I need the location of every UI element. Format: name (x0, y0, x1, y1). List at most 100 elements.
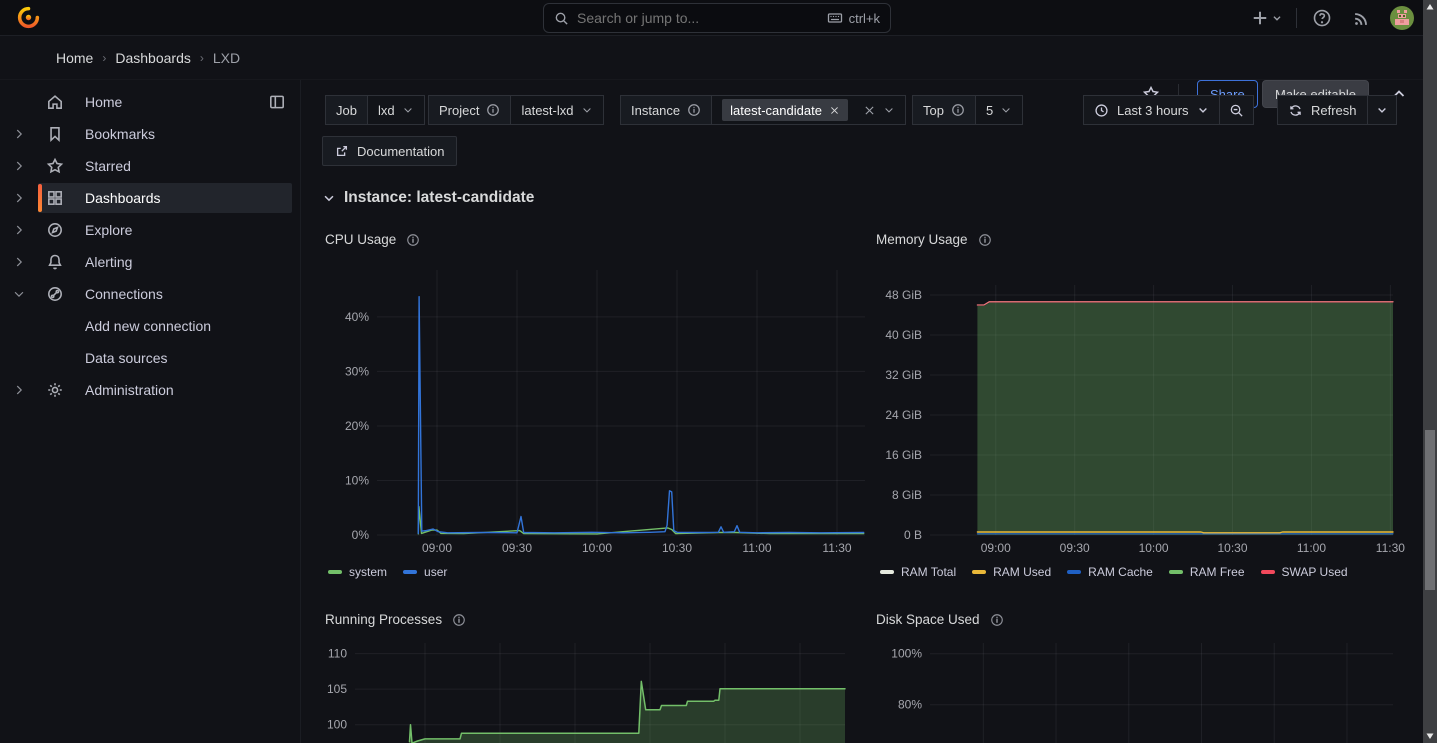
breadcrumb-dashboards[interactable]: Dashboards (115, 50, 191, 66)
sidebar-item-connections[interactable]: Connections (0, 278, 300, 310)
news-rss-button[interactable] (1352, 8, 1372, 28)
documentation-button[interactable]: Documentation (322, 136, 457, 166)
help-button[interactable] (1312, 8, 1332, 28)
y-axis-tick-label: 8 GiB (892, 488, 922, 502)
filter-value-text: latest-lxd (521, 103, 573, 118)
filter-chevron-down-icon[interactable] (581, 104, 593, 116)
legend-label: RAM Cache (1088, 565, 1153, 579)
expand-chevron-right-icon[interactable] (12, 255, 26, 269)
grafana-logo-icon[interactable] (16, 5, 41, 30)
legend-item-ram-total[interactable]: RAM Total (880, 565, 956, 579)
zoom-out-icon (1229, 103, 1244, 118)
expand-chevron-down-icon[interactable] (12, 287, 26, 301)
y-axis-tick-label: 110 (328, 647, 347, 661)
filter-top-value[interactable]: 5 (975, 95, 1023, 125)
legend-item-ram-free[interactable]: RAM Free (1169, 565, 1245, 579)
remove-tag-close-icon[interactable] (829, 105, 840, 116)
star-icon (46, 157, 64, 175)
info-icon[interactable] (406, 233, 420, 247)
legend-item-ram-used[interactable]: RAM Used (972, 565, 1051, 579)
clear-filter-close-icon[interactable] (863, 104, 876, 117)
filter-instance: Instancelatest-candidate (620, 95, 906, 125)
series-area-ram-free (977, 303, 1393, 535)
x-axis-tick-label: 10:00 (1139, 541, 1169, 555)
breadcrumb-home[interactable]: Home (56, 50, 93, 66)
y-axis-tick-label: 40 GiB (885, 328, 922, 342)
disk-space-used-chart[interactable]: 80%100% (876, 640, 1422, 743)
filter-project-value[interactable]: latest-lxd (510, 95, 603, 125)
zoom-out-button[interactable] (1219, 95, 1254, 125)
chevron-down-icon (1197, 104, 1209, 116)
legend-label: RAM Total (901, 565, 956, 579)
filter-chevron-down-icon[interactable] (1000, 104, 1012, 116)
expand-chevron-right-icon[interactable] (12, 159, 26, 173)
page-scrollbar[interactable] (1423, 0, 1437, 743)
expand-chevron-right-icon[interactable] (12, 223, 26, 237)
filter-job-value[interactable]: lxd (367, 95, 425, 125)
add-new-button[interactable] (1250, 8, 1270, 28)
panel-title-memory-usage[interactable]: Memory Usage (876, 232, 992, 247)
external-link-icon (335, 144, 349, 158)
time-range-button[interactable]: Last 3 hours (1083, 95, 1220, 125)
expand-chevron-right-icon[interactable] (12, 191, 26, 205)
panel-title-disk-space-used[interactable]: Disk Space Used (876, 612, 1004, 627)
compass-icon (46, 221, 64, 239)
sidebar-item-data-sources[interactable]: Data sources (0, 342, 300, 374)
panel-title-cpu-usage[interactable]: CPU Usage (325, 232, 420, 247)
expand-chevron-right-icon[interactable] (12, 383, 26, 397)
sidebar-item-starred[interactable]: Starred (0, 150, 300, 182)
filter-chevron-down-icon[interactable] (402, 104, 414, 116)
legend-item-system[interactable]: system (328, 565, 387, 579)
y-axis-tick-label: 0% (352, 528, 370, 542)
refresh-interval-caret-button[interactable] (1367, 95, 1397, 125)
cpu-usage-chart[interactable]: 09:0009:3010:0010:3011:0011:300%10%20%30… (320, 268, 868, 560)
info-icon[interactable] (990, 613, 1004, 627)
scrollbar-thumb[interactable] (1425, 430, 1435, 590)
row-section-header[interactable]: Instance: latest-candidate (322, 189, 534, 207)
topbar-divider (1296, 8, 1297, 28)
filter-label-text: Project (439, 103, 479, 118)
breadcrumb-current-page: LXD (213, 50, 240, 66)
search-input[interactable] (577, 10, 819, 26)
sidebar-item-label: Starred (85, 158, 131, 174)
filter-tag-chip[interactable]: latest-candidate (722, 99, 848, 121)
search-shortcut: ctrl+k (827, 10, 880, 26)
refresh-button[interactable]: Refresh (1277, 95, 1368, 125)
legend-swatch (403, 570, 417, 574)
sidebar-item-dashboards[interactable]: Dashboards (0, 182, 300, 214)
series-line-user (418, 297, 863, 534)
bookmark-icon (46, 125, 64, 143)
filter-chevron-down-icon[interactable] (883, 104, 895, 116)
section-title: Instance: latest-candidate (344, 189, 534, 207)
sidebar-item-administration[interactable]: Administration (0, 374, 300, 406)
sidebar-item-add-new-connection[interactable]: Add new connection (0, 310, 300, 342)
info-icon[interactable] (452, 613, 466, 627)
info-icon[interactable] (978, 233, 992, 247)
sidebar-item-home[interactable]: Home (0, 86, 300, 118)
user-avatar[interactable] (1390, 6, 1414, 30)
sidebar-item-alerting[interactable]: Alerting (0, 246, 300, 278)
filter-top: Top5 (912, 95, 1023, 125)
y-axis-tick-label: 100 (327, 718, 347, 732)
scrollbar-down-arrow[interactable] (1426, 732, 1434, 740)
running-processes-chart[interactable]: 100105110 (320, 640, 868, 743)
expand-chevron-right-icon[interactable] (12, 127, 26, 141)
sidebar-item-label: Bookmarks (85, 126, 155, 142)
legend-item-ram-cache[interactable]: RAM Cache (1067, 565, 1153, 579)
global-search[interactable]: ctrl+k (543, 3, 891, 33)
filter-instance-value[interactable]: latest-candidate (711, 95, 906, 125)
sidebar-item-bookmarks[interactable]: Bookmarks (0, 118, 300, 150)
legend-item-user[interactable]: user (403, 565, 447, 579)
sidebar-item-explore[interactable]: Explore (0, 214, 300, 246)
legend-item-swap-used[interactable]: SWAP Used (1261, 565, 1348, 579)
keyboard-icon (827, 10, 843, 26)
x-axis-tick-label: 11:00 (1297, 541, 1326, 555)
scrollbar-up-arrow[interactable] (1426, 3, 1434, 11)
dock-sidebar-icon[interactable] (268, 93, 286, 111)
memory-usage-chart[interactable]: 09:0009:3010:0010:3011:0011:300 B8 GiB16… (876, 280, 1422, 558)
breadcrumb-separator: › (102, 51, 106, 65)
filter-job-label: Job (325, 95, 368, 125)
x-axis-tick-label: 10:00 (582, 541, 612, 555)
panel-title-running-processes[interactable]: Running Processes (325, 612, 466, 627)
add-new-caret-icon[interactable] (1270, 11, 1284, 25)
